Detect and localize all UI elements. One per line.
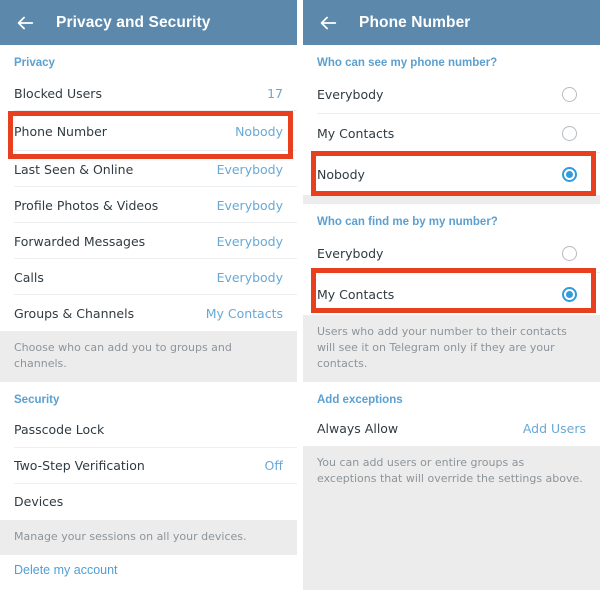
row-label: Always Allow — [317, 421, 399, 437]
option-label: Everybody — [317, 87, 384, 102]
row-two-step-verification[interactable]: Two-Step Verification Off — [0, 447, 297, 484]
option-label: My Contacts — [317, 126, 395, 141]
radio-button-unselected-icon[interactable] — [562, 87, 577, 102]
row-label: Calls — [14, 269, 44, 285]
row-label: Passcode Lock — [14, 422, 105, 438]
delete-my-account-label: Delete my account — [14, 562, 118, 577]
row-label: Devices — [14, 494, 64, 510]
row-value: Off — [264, 458, 283, 474]
row-delete-my-account[interactable]: Delete my account — [0, 554, 297, 585]
back-arrow-icon[interactable] — [317, 12, 339, 34]
row-label: Phone Number — [14, 123, 107, 139]
radio-button-unselected-icon[interactable] — [562, 246, 577, 261]
row-last-seen-online[interactable]: Last Seen & Online Everybody — [0, 151, 297, 187]
add-users-link[interactable]: Add Users — [523, 421, 586, 436]
section-header-privacy: Privacy — [14, 57, 55, 69]
row-value: 17 — [267, 85, 283, 101]
option-see-everybody[interactable]: Everybody — [303, 75, 600, 114]
note-add-exceptions: You can add users or entire groups as ex… — [303, 445, 600, 497]
row-profile-photos-videos[interactable]: Profile Photos & Videos Everybody — [0, 187, 297, 223]
section-header-add-exceptions: Add exceptions — [317, 393, 403, 406]
row-value: Everybody — [216, 233, 283, 249]
section-header-who-can-find: Who can find me by my number? — [317, 216, 498, 228]
note-groups-channels: Choose who can add you to groups and cha… — [0, 331, 297, 382]
row-forwarded-messages[interactable]: Forwarded Messages Everybody — [0, 223, 297, 259]
option-see-my-contacts[interactable]: My Contacts — [303, 114, 600, 153]
row-label: Blocked Users — [14, 85, 102, 101]
section-header-security: Security — [14, 393, 60, 406]
row-value: My Contacts — [205, 305, 283, 321]
note-who-can-find: Users who add your number to their conta… — [303, 315, 600, 382]
right-appbar: Phone Number — [303, 0, 600, 45]
option-label: My Contacts — [317, 286, 395, 302]
row-label: Two-Step Verification — [14, 458, 145, 474]
radio-button-selected-icon[interactable] — [562, 286, 577, 302]
option-label: Everybody — [317, 246, 384, 261]
right-page-title: Phone Number — [359, 13, 471, 31]
phone-number-panel: Phone Number Who can see my phone number… — [303, 0, 600, 590]
row-label: Groups & Channels — [14, 305, 135, 321]
option-see-nobody[interactable]: Nobody — [303, 153, 600, 195]
row-devices[interactable]: Devices — [0, 483, 297, 520]
bottom-filler — [303, 496, 600, 590]
back-arrow-icon[interactable] — [14, 12, 36, 34]
section-gap — [303, 195, 600, 204]
row-value: Everybody — [216, 161, 283, 177]
radio-button-unselected-icon[interactable] — [562, 126, 577, 141]
option-find-everybody[interactable]: Everybody — [303, 234, 600, 273]
note-devices: Manage your sessions on all your devices… — [0, 519, 297, 555]
row-value: Everybody — [216, 269, 283, 285]
row-always-allow[interactable]: Always Allow Add Users — [303, 411, 600, 446]
option-label: Nobody — [317, 166, 365, 182]
privacy-and-security-panel: Privacy and Security Privacy Blocked Use… — [0, 0, 297, 590]
row-label: Profile Photos & Videos — [14, 197, 159, 213]
row-calls[interactable]: Calls Everybody — [0, 259, 297, 295]
screenshot-root: Privacy and Security Privacy Blocked Use… — [0, 0, 600, 590]
left-appbar: Privacy and Security — [0, 0, 297, 45]
section-header-who-can-see: Who can see my phone number? — [317, 57, 498, 69]
row-passcode-lock[interactable]: Passcode Lock — [0, 411, 297, 448]
row-label: Last Seen & Online — [14, 161, 134, 177]
row-label: Forwarded Messages — [14, 233, 146, 249]
row-groups-channels[interactable]: Groups & Channels My Contacts — [0, 295, 297, 331]
radio-button-selected-icon[interactable] — [562, 166, 577, 182]
row-value: Everybody — [216, 197, 283, 213]
left-page-title: Privacy and Security — [56, 13, 211, 31]
row-blocked-users[interactable]: Blocked Users 17 — [0, 75, 297, 111]
row-phone-number[interactable]: Phone Number Nobody — [0, 111, 297, 151]
row-value: Nobody — [235, 123, 283, 139]
option-find-my-contacts[interactable]: My Contacts — [303, 273, 600, 315]
